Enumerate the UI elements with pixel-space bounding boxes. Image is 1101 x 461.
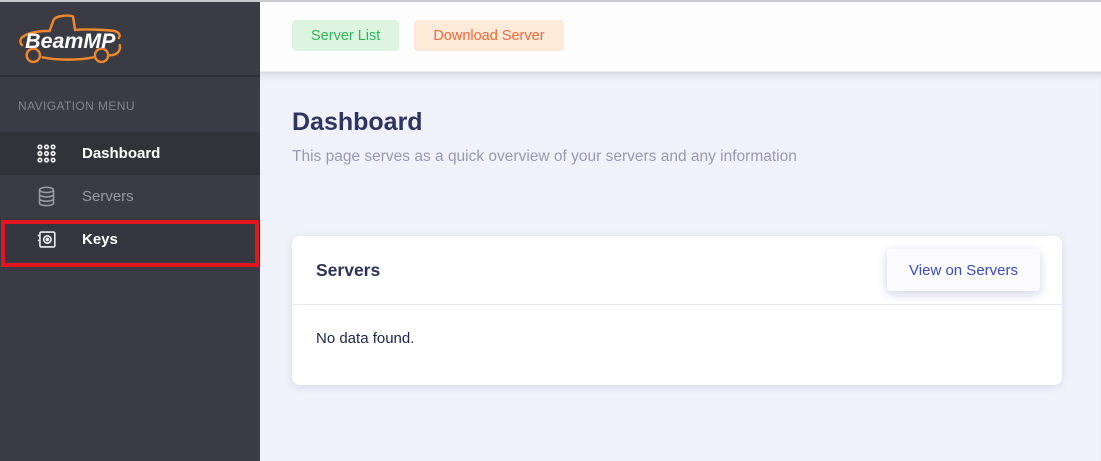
server-list-button[interactable]: Server List [292, 20, 399, 51]
sidebar: BeamMP NAVIGATION MENU Dashboard [0, 0, 260, 461]
servers-card: Servers View on Servers No data found. [292, 236, 1062, 385]
beammp-logo-text: BeamMP [25, 29, 116, 53]
view-on-servers-button[interactable]: View on Servers [887, 249, 1040, 291]
page-subtitle: This page serves as a quick overview of … [292, 148, 797, 166]
servers-card-title: Servers [316, 260, 380, 281]
download-server-button[interactable]: Download Server [414, 20, 563, 51]
window-top-edge [0, 0, 1101, 2]
servers-card-body: No data found. [292, 305, 1062, 372]
sidebar-item-dashboard[interactable]: Dashboard [0, 132, 260, 175]
navigation-menu: Dashboard Servers [0, 132, 260, 261]
safe-icon [36, 229, 58, 251]
page-title: Dashboard [292, 108, 423, 137]
empty-state-text: No data found. [316, 330, 414, 347]
nav-section-label: NAVIGATION MENU [0, 77, 260, 132]
topbar: Server List Download Server [260, 0, 1101, 72]
sidebar-item-label: Servers [82, 188, 134, 205]
main-content: Dashboard This page serves as a quick ov… [260, 72, 1101, 461]
truck-logo-icon: BeamMP [16, 10, 128, 66]
sidebar-item-label: Keys [82, 231, 118, 248]
grid-dots-icon [36, 143, 58, 165]
sidebar-item-servers[interactable]: Servers [0, 175, 260, 218]
database-icon [36, 186, 58, 208]
sidebar-item-label: Dashboard [82, 145, 160, 162]
sidebar-item-keys[interactable]: Keys [0, 218, 260, 261]
servers-card-header: Servers View on Servers [292, 236, 1062, 305]
beammp-logo[interactable]: BeamMP [0, 0, 260, 77]
